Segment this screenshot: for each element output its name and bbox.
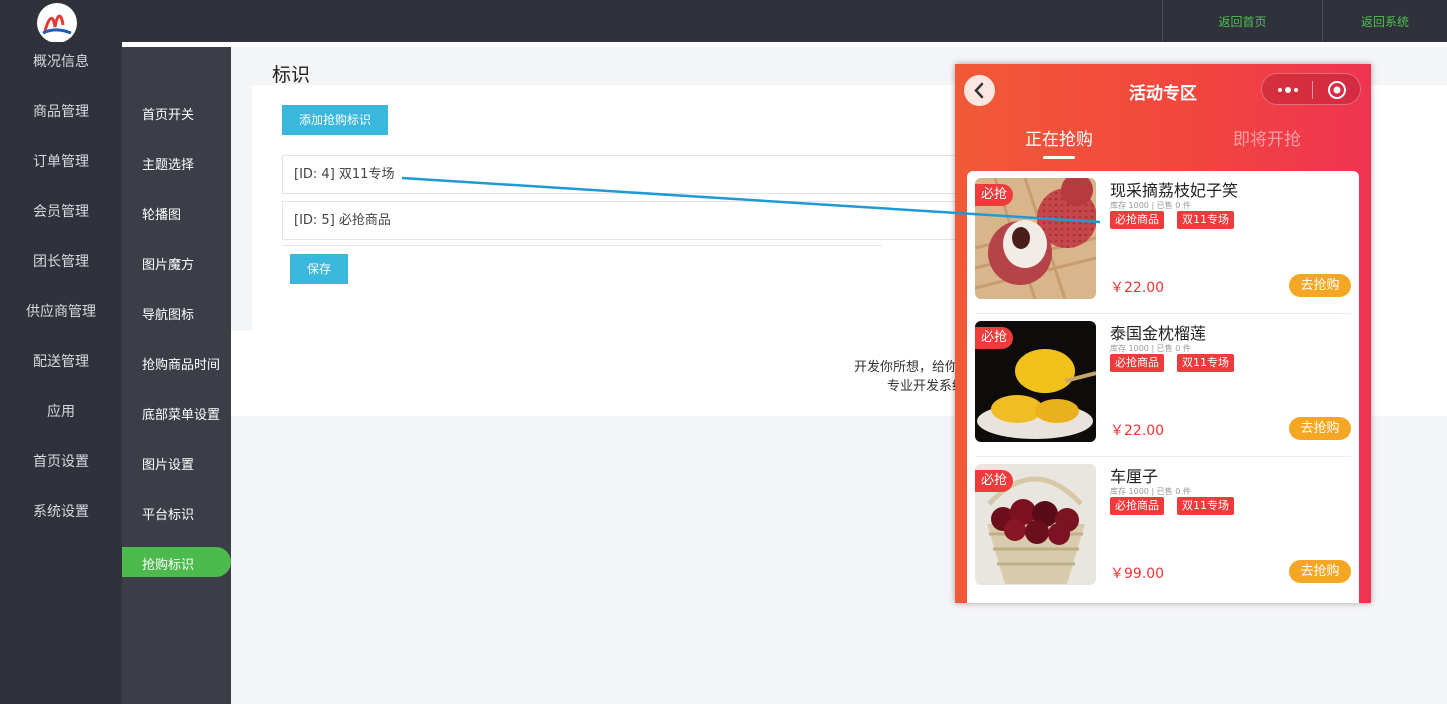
tab-coming-soon[interactable]: 即将开抢 bbox=[1233, 125, 1301, 150]
product-name: 车厘子 bbox=[1110, 467, 1159, 486]
mark-row-5[interactable]: [ID: 5] 必抢商品 bbox=[282, 201, 982, 240]
product-price: ￥99.00 bbox=[1110, 566, 1165, 582]
product-tag: 必抢商品 bbox=[1110, 211, 1164, 229]
lychee-image: 必抢 bbox=[975, 178, 1096, 299]
subnav-nav-icons[interactable]: 导航图标 bbox=[142, 304, 194, 323]
logo[interactable] bbox=[37, 3, 77, 43]
nav-home-settings[interactable]: 首页设置 bbox=[0, 451, 122, 471]
capsule-divider bbox=[1312, 81, 1313, 99]
mini-program-capsule bbox=[1261, 73, 1361, 105]
product-name: 泰国金枕榴莲 bbox=[1110, 324, 1207, 343]
subnav-image-cube[interactable]: 图片魔方 bbox=[142, 254, 194, 273]
product-tag: 双11专场 bbox=[1177, 211, 1234, 229]
tab-underline bbox=[1043, 156, 1075, 159]
product-tag: 必抢商品 bbox=[1110, 354, 1164, 372]
product-tag: 必抢商品 bbox=[1110, 497, 1164, 515]
product-price: ￥22.00 bbox=[1110, 423, 1165, 439]
nav-products[interactable]: 商品管理 bbox=[0, 101, 122, 121]
mark-row-4[interactable]: [ID: 4] 双11专场 bbox=[282, 155, 982, 194]
divider-line bbox=[282, 245, 882, 246]
secondary-sidebar: 首页开关 主题选择 轮播图 图片魔方 导航图标 抢购商品时间 底部菜单设置 图片… bbox=[122, 47, 231, 704]
subnav-platform-mark[interactable]: 平台标识 bbox=[142, 504, 194, 523]
footer-line-2: 专业开发系统 bbox=[887, 379, 966, 394]
product-card[interactable]: 必抢 泰国金枕榴莲 库存 1000 | 已售 0 件 必抢商品 双11专场 ￥2… bbox=[967, 314, 1359, 457]
product-tag: 双11专场 bbox=[1177, 497, 1234, 515]
subnav-flash-mark[interactable]: 抢购标识 bbox=[142, 554, 194, 573]
close-target-icon[interactable] bbox=[1327, 80, 1347, 100]
more-icon[interactable] bbox=[1276, 84, 1300, 96]
back-system-link[interactable]: 返回系统 bbox=[1322, 0, 1447, 42]
product-tag: 双11专场 bbox=[1177, 354, 1234, 372]
phone-preview: 活动专区 正在抢购 即将开抢 必抢 现采摘荔枝妃子笑 库存 1000 | 已售 … bbox=[955, 64, 1371, 603]
must-buy-badge: 必抢 bbox=[975, 184, 1014, 206]
subnav-home-switch[interactable]: 首页开关 bbox=[142, 104, 194, 123]
tab-active-now[interactable]: 正在抢购 bbox=[1025, 125, 1093, 150]
add-flash-mark-button[interactable]: 添加抢购标识 bbox=[282, 105, 388, 135]
primary-sidebar: 概况信息 商品管理 订单管理 会员管理 团长管理 供应商管理 配送管理 应用 首… bbox=[0, 42, 122, 704]
nav-suppliers[interactable]: 供应商管理 bbox=[0, 301, 122, 321]
must-buy-badge: 必抢 bbox=[975, 327, 1014, 349]
product-price: ￥22.00 bbox=[1110, 280, 1165, 296]
footer-line-1: 开发你所想，给你 bbox=[854, 360, 959, 375]
must-buy-badge: 必抢 bbox=[975, 470, 1014, 492]
nav-system-settings[interactable]: 系统设置 bbox=[0, 501, 122, 521]
nav-delivery[interactable]: 配送管理 bbox=[0, 351, 122, 371]
save-button[interactable]: 保存 bbox=[290, 254, 348, 284]
back-home-link[interactable]: 返回首页 bbox=[1162, 0, 1322, 42]
buy-now-button[interactable]: 去抢购 bbox=[1289, 417, 1351, 440]
product-stock: 库存 1000 | 已售 0 件 bbox=[1110, 487, 1191, 496]
product-card[interactable]: 必抢 现采摘荔枝妃子笑 库存 1000 | 已售 0 件 必抢商品 双11专场 … bbox=[967, 171, 1359, 314]
divider bbox=[122, 42, 1447, 47]
nav-members[interactable]: 会员管理 bbox=[0, 201, 122, 221]
product-list: 必抢 现采摘荔枝妃子笑 库存 1000 | 已售 0 件 必抢商品 双11专场 … bbox=[967, 171, 1359, 603]
durian-image: 必抢 bbox=[975, 321, 1096, 442]
subnav-image-settings[interactable]: 图片设置 bbox=[142, 454, 194, 473]
nav-apps[interactable]: 应用 bbox=[0, 401, 122, 421]
subnav-bottom-menu[interactable]: 底部菜单设置 bbox=[142, 404, 220, 423]
nav-overview[interactable]: 概况信息 bbox=[0, 51, 122, 71]
top-bar: 返回首页 返回系统 bbox=[0, 0, 1447, 43]
nav-orders[interactable]: 订单管理 bbox=[0, 151, 122, 171]
product-card[interactable]: 必抢 车厘子 库存 1000 | 已售 0 件 必抢商品 双11专场 ￥99.0… bbox=[967, 457, 1359, 600]
page-title: 标识 bbox=[272, 64, 311, 86]
subnav-theme[interactable]: 主题选择 bbox=[142, 154, 194, 173]
product-stock: 库存 1000 | 已售 0 件 bbox=[1110, 344, 1191, 353]
buy-now-button[interactable]: 去抢购 bbox=[1289, 560, 1351, 583]
subnav-flash-time[interactable]: 抢购商品时间 bbox=[142, 354, 220, 373]
subnav-carousel[interactable]: 轮播图 bbox=[142, 204, 181, 223]
product-name: 现采摘荔枝妃子笑 bbox=[1110, 181, 1239, 200]
cherry-image: 必抢 bbox=[975, 464, 1096, 585]
product-stock: 库存 1000 | 已售 0 件 bbox=[1110, 201, 1191, 210]
buy-now-button[interactable]: 去抢购 bbox=[1289, 274, 1351, 297]
nav-leaders[interactable]: 团长管理 bbox=[0, 251, 122, 271]
